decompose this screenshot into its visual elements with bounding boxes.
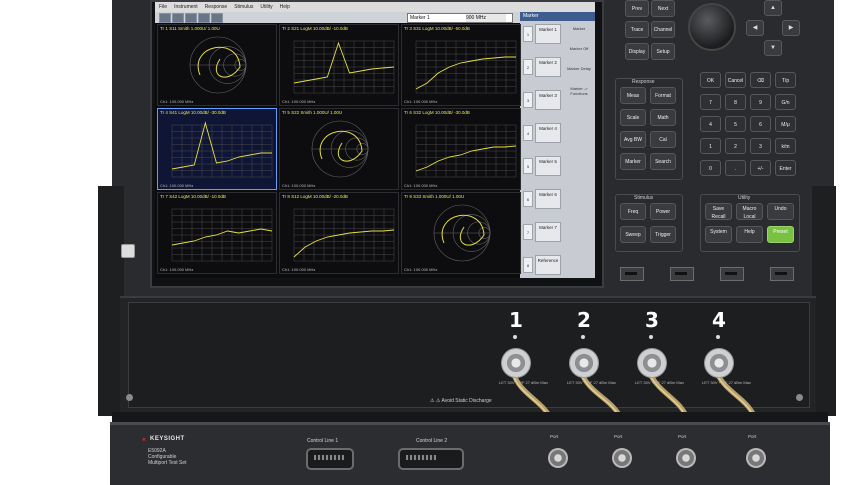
port-3-connector[interactable] [637, 348, 667, 378]
keypad-key[interactable]: Cancel [725, 72, 746, 88]
keypad-key[interactable]: 3 [750, 138, 771, 154]
test-set-port-label: Port [550, 434, 559, 439]
port-warning-text: LET 30V + RF 27 dBm Max [567, 380, 616, 385]
key-power[interactable]: Power [650, 203, 676, 220]
key-system[interactable]: System [705, 226, 732, 243]
key-meas[interactable]: Meas [620, 87, 646, 104]
keypad-key[interactable]: 9 [750, 94, 771, 110]
test-set-port-connector[interactable] [746, 448, 766, 468]
key-trigger[interactable]: Trigger [650, 226, 676, 243]
key-search[interactable]: Search [650, 153, 676, 170]
keypad-key[interactable]: 4 [700, 116, 721, 132]
keypad-key[interactable]: 2 [725, 138, 746, 154]
brand-name: KEYSIGHT [150, 436, 185, 442]
keypad-key[interactable]: . [725, 160, 746, 176]
key-prev[interactable]: Prev [625, 0, 649, 17]
keypad-key[interactable]: ⌫ [750, 72, 771, 88]
port-indicator-dot [649, 335, 653, 339]
port-warning-text: LET 30V + RF 27 dBm Max [702, 380, 751, 385]
key-undo[interactable]: Undo [767, 203, 794, 220]
port-indicator-dot [716, 335, 720, 339]
port-warning-text: LET 30V + RF 27 dBm Max [499, 380, 548, 385]
key-save-recall[interactable]: Save Recall [705, 203, 732, 220]
key-next[interactable]: Next [651, 0, 675, 17]
control-line-1-connector [306, 448, 354, 470]
keypad-key[interactable]: k/m [775, 138, 796, 154]
port-1-connector[interactable] [501, 348, 531, 378]
keypad-key[interactable]: 5 [725, 116, 746, 132]
key-avg-bw[interactable]: Avg BW [620, 131, 646, 148]
port-number-2: 2 [577, 308, 591, 332]
key-scale[interactable]: Scale [620, 109, 646, 126]
key-format[interactable]: Format [650, 87, 676, 104]
keypad-key[interactable]: T/p [775, 72, 796, 88]
key-channel[interactable]: Channel [651, 21, 675, 38]
test-set-port-connector[interactable] [676, 448, 696, 468]
model-desc-2: Multiport Test Set [148, 460, 187, 466]
control-line-1-label: Control Line 1 [307, 438, 339, 444]
port-number-1: 1 [509, 308, 523, 332]
test-set-port-label: Port [614, 434, 623, 439]
key-freq[interactable]: Freq [620, 203, 646, 220]
test-set-port-label: Port [678, 434, 687, 439]
keypad-key[interactable]: M/μ [775, 116, 796, 132]
keypad-key[interactable]: G/n [775, 94, 796, 110]
keypad-key[interactable]: OK [700, 72, 721, 88]
port-number-3: 3 [645, 308, 659, 332]
keypad-key[interactable]: Enter [775, 160, 796, 176]
test-set-port-connector[interactable] [612, 448, 632, 468]
keypad-key[interactable]: 7 [700, 94, 721, 110]
port-indicator-dot [581, 335, 585, 339]
control-line-2-label: Control Line 2 [416, 438, 448, 444]
key-cal[interactable]: Cal [650, 131, 676, 148]
port-2-connector[interactable] [569, 348, 599, 378]
multiport-test-set [110, 422, 830, 485]
key-setup[interactable]: Setup [651, 43, 675, 60]
keypad-key[interactable]: +/- [750, 160, 771, 176]
control-line-2-connector [398, 448, 464, 470]
key-trace[interactable]: Trace [625, 21, 649, 38]
rack-base-strip [112, 412, 828, 422]
test-set-port-label: Port [748, 434, 757, 439]
port-4-connector[interactable] [704, 348, 734, 378]
keypad-key[interactable]: 6 [750, 116, 771, 132]
key-marker[interactable]: Marker [620, 153, 646, 170]
port-indicator-dot [513, 335, 517, 339]
port-number-4: 4 [712, 308, 726, 332]
keysight-logo-icon: ✶ [141, 437, 147, 444]
keypad-key[interactable]: 0 [700, 160, 721, 176]
key-preset[interactable]: Preset [767, 226, 794, 243]
key-display[interactable]: Display [625, 43, 649, 60]
key-math[interactable]: Math [650, 109, 676, 126]
key-help[interactable]: Help [736, 226, 763, 243]
test-set-port-connector[interactable] [548, 448, 568, 468]
port-warning-text: LET 30V + RF 27 dBm Max [635, 380, 684, 385]
key-sweep[interactable]: Sweep [620, 226, 646, 243]
keypad-key[interactable]: 8 [725, 94, 746, 110]
model-text: E5092A Configurable Multiport Test Set [148, 448, 187, 466]
key-macro-local[interactable]: Macro Local [736, 203, 763, 220]
keypad-key[interactable]: 1 [700, 138, 721, 154]
